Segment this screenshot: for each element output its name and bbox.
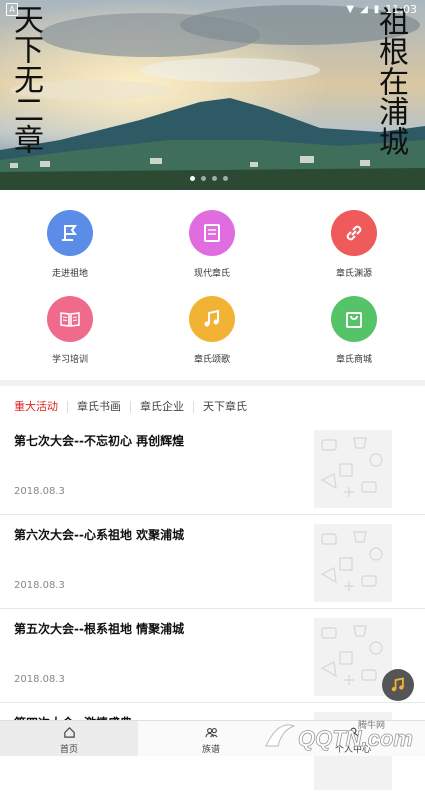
article-date: 2018.08.3 — [14, 486, 65, 497]
battery-icon: ▮ — [373, 3, 380, 15]
article-thumbnail-placeholder — [314, 618, 392, 696]
grid-icon-circle — [331, 296, 377, 342]
list-item[interactable]: 第五次大会--根系祖地 情聚浦城 2018.08.3 — [0, 608, 425, 703]
grid-icon-circle — [189, 296, 235, 342]
shopping-bag-icon — [346, 312, 362, 328]
grid-item-modern-zhang[interactable]: 现代章氏 — [142, 210, 282, 279]
banner-slogan-right: 祖根在浦城 — [373, 6, 408, 156]
list-item[interactable]: 第六次大会--心系祖地 欢聚浦城 2018.08.3 — [0, 514, 425, 609]
tab-enterprises[interactable]: 章氏企业 — [130, 401, 193, 413]
nav-home-label: 首页 — [59, 745, 78, 755]
banner-slogan-left: 天下无二章 — [8, 4, 43, 154]
placeholder-pattern-icon — [320, 531, 383, 591]
tab-worldwide[interactable]: 天下章氏 — [193, 401, 256, 413]
grid-item-zhang-origin[interactable]: 章氏渊源 — [284, 210, 424, 279]
home-icon — [0, 726, 138, 739]
nav-home[interactable]: 首页 — [0, 721, 138, 756]
grid-item-label: 现代章氏 — [193, 269, 230, 279]
grid-icon-circle — [189, 210, 235, 256]
article-title: 第六次大会--心系祖地 欢聚浦城 — [14, 528, 185, 542]
tab-major-events[interactable]: 重大活动 — [14, 401, 67, 413]
sim-icon: A — [6, 3, 18, 16]
wifi-icon: ▼ — [346, 3, 355, 15]
article-date: 2018.08.3 — [14, 674, 65, 685]
feature-grid: 走进祖地 现代章氏 章氏渊源 学习培训 章氏颂歌 章氏商城 — [0, 196, 425, 376]
music-player-button[interactable] — [382, 669, 414, 701]
placeholder-pattern-icon — [320, 625, 383, 685]
music-note-icon — [204, 309, 219, 327]
carousel-indicator — [190, 176, 228, 181]
watermark-text: QQTN.com — [298, 726, 413, 751]
music-note-icon — [391, 677, 404, 692]
grid-item-anthem[interactable]: 章氏颂歌 — [142, 296, 282, 365]
grid-icon-circle — [331, 210, 377, 256]
hero-banner[interactable]: 天下无二章 祖根在浦城 — [0, 0, 425, 190]
article-thumbnail-placeholder — [314, 524, 392, 602]
grid-item-label: 章氏颂歌 — [193, 355, 230, 365]
flag-icon — [62, 225, 77, 241]
watermark-logo: QQTN.com 腾牛网 — [260, 716, 420, 754]
link-icon — [346, 225, 362, 241]
grid-item-label: 章氏商城 — [335, 355, 372, 365]
grid-icon-circle — [47, 296, 93, 342]
open-book-icon — [60, 312, 80, 327]
carousel-dot[interactable] — [212, 176, 217, 181]
status-bar: A ▼ ◢ ▮ 11:03 — [0, 0, 425, 18]
clock: 11:03 — [385, 2, 417, 16]
list-item[interactable]: 第七次大会--不忘初心 再创辉煌 2018.08.3 — [0, 420, 425, 515]
grid-item-label: 学习培训 — [51, 355, 88, 365]
tab-calligraphy[interactable]: 章氏书画 — [67, 401, 130, 413]
grid-item-mall[interactable]: 章氏商城 — [284, 296, 424, 365]
grid-item-learning[interactable]: 学习培训 — [0, 296, 140, 365]
carousel-dot[interactable] — [223, 176, 228, 181]
placeholder-pattern-icon — [320, 437, 383, 497]
watermark-subtext: 腾牛网 — [358, 719, 385, 731]
article-date: 2018.08.3 — [14, 580, 65, 591]
signal-icon: ◢ — [360, 3, 368, 15]
grid-item-label: 章氏渊源 — [335, 269, 372, 279]
grid-item-enter-homeland[interactable]: 走进祖地 — [0, 210, 140, 279]
article-thumbnail-placeholder — [314, 430, 392, 508]
article-title: 第五次大会--根系祖地 情聚浦城 — [14, 622, 185, 636]
book-icon — [204, 224, 220, 242]
category-tabs: 重大活动 章氏书画 章氏企业 天下章氏 — [0, 396, 425, 418]
banner-landscape-image — [0, 0, 425, 190]
carousel-dot[interactable] — [190, 176, 195, 181]
grid-icon-circle — [47, 210, 93, 256]
article-title: 第七次大会--不忘初心 再创辉煌 — [14, 434, 185, 448]
carousel-dot[interactable] — [201, 176, 206, 181]
grid-item-label: 走进祖地 — [51, 269, 88, 279]
section-divider — [0, 380, 425, 386]
